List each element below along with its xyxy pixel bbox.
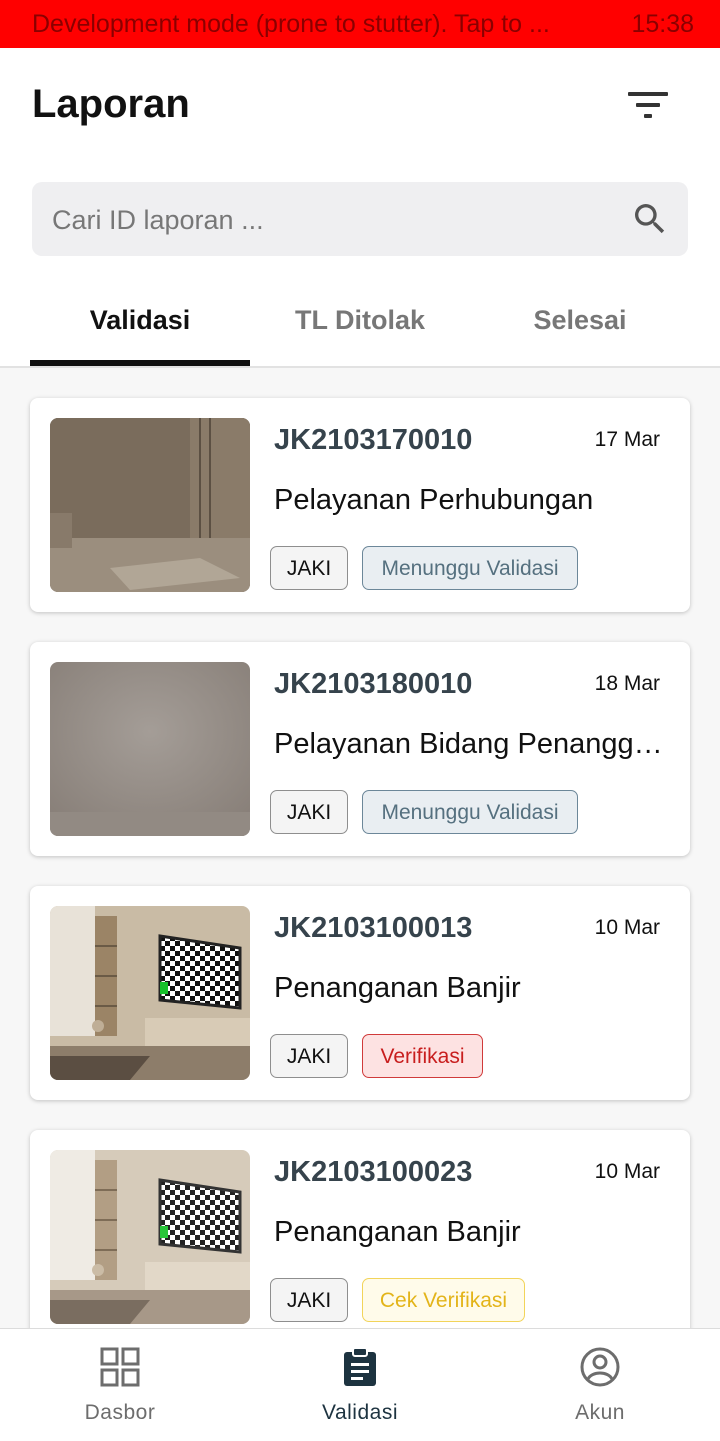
search-input[interactable] xyxy=(50,182,614,258)
report-card[interactable]: JK2103100023 10 Mar Penanganan Banjir JA… xyxy=(30,1130,690,1328)
report-card[interactable]: JK2103170010 17 Mar Pelayanan Perhubunga… xyxy=(30,398,690,612)
status-badge: Verifikasi xyxy=(362,1034,483,1078)
page-title: Laporan xyxy=(32,82,190,126)
report-id: JK2103100013 xyxy=(274,912,473,944)
filter-icon[interactable] xyxy=(618,78,678,132)
report-photo xyxy=(50,662,250,836)
account-circle-icon xyxy=(580,1347,620,1387)
report-card[interactable]: JK2103100013 10 Mar Penanganan Banjir JA… xyxy=(30,886,690,1100)
nav-akun[interactable]: Akun xyxy=(480,1329,720,1441)
nav-label: Validasi xyxy=(322,1401,398,1424)
report-date: 18 Mar xyxy=(594,672,660,695)
source-badge: JAKI xyxy=(270,1278,348,1322)
tab-bar: Validasi TL Ditolak Selesai xyxy=(0,280,720,366)
development-mode-banner[interactable]: Development mode (prone to stutter). Tap… xyxy=(0,0,720,48)
report-id: JK2103100023 xyxy=(274,1156,473,1188)
source-badge: JAKI xyxy=(270,790,348,834)
development-mode-message: Development mode (prone to stutter). Tap… xyxy=(32,10,550,38)
report-category: Penanganan Banjir xyxy=(274,972,521,1004)
nav-label: Dasbor xyxy=(84,1401,156,1424)
nav-validasi[interactable]: Validasi xyxy=(240,1329,480,1441)
report-list[interactable]: JK2103170010 17 Mar Pelayanan Perhubunga… xyxy=(0,368,720,1328)
report-category: Pelayanan Bidang Penanggulangan Kebakara… xyxy=(274,728,668,760)
report-photo xyxy=(50,418,250,592)
search-bar xyxy=(32,182,688,258)
tab-tl-ditolak[interactable]: TL Ditolak xyxy=(250,280,470,366)
report-category: Penanganan Banjir xyxy=(274,1216,521,1248)
report-date: 17 Mar xyxy=(594,428,660,451)
tab-selesai[interactable]: Selesai xyxy=(470,280,690,366)
report-photo xyxy=(50,906,250,1080)
report-card[interactable]: JK2103180010 18 Mar Pelayanan Bidang Pen… xyxy=(30,642,690,856)
dashboard-icon xyxy=(100,1347,140,1387)
report-date: 10 Mar xyxy=(594,1160,660,1183)
app-header: Laporan Validasi TL Ditolak Selesai xyxy=(0,48,720,366)
tab-validasi[interactable]: Validasi xyxy=(30,280,250,366)
status-badge: Menunggu Validasi xyxy=(362,546,578,590)
source-badge: JAKI xyxy=(270,1034,348,1078)
report-photo xyxy=(50,1150,250,1324)
nav-label: Akun xyxy=(575,1401,625,1424)
source-badge: JAKI xyxy=(270,546,348,590)
status-badge: Menunggu Validasi xyxy=(362,790,578,834)
nav-dasbor[interactable]: Dasbor xyxy=(0,1329,240,1441)
status-badge: Cek Verifikasi xyxy=(362,1278,525,1322)
bottom-navigation: Dasbor Validasi Akun xyxy=(0,1328,720,1441)
report-category: Pelayanan Perhubungan xyxy=(274,484,594,516)
report-id: JK2103180010 xyxy=(274,668,473,700)
clipboard-icon xyxy=(344,1347,376,1386)
report-date: 10 Mar xyxy=(594,916,660,939)
status-time: 15:38 xyxy=(631,10,694,38)
search-icon[interactable] xyxy=(630,199,670,239)
report-id: JK2103170010 xyxy=(274,424,473,456)
